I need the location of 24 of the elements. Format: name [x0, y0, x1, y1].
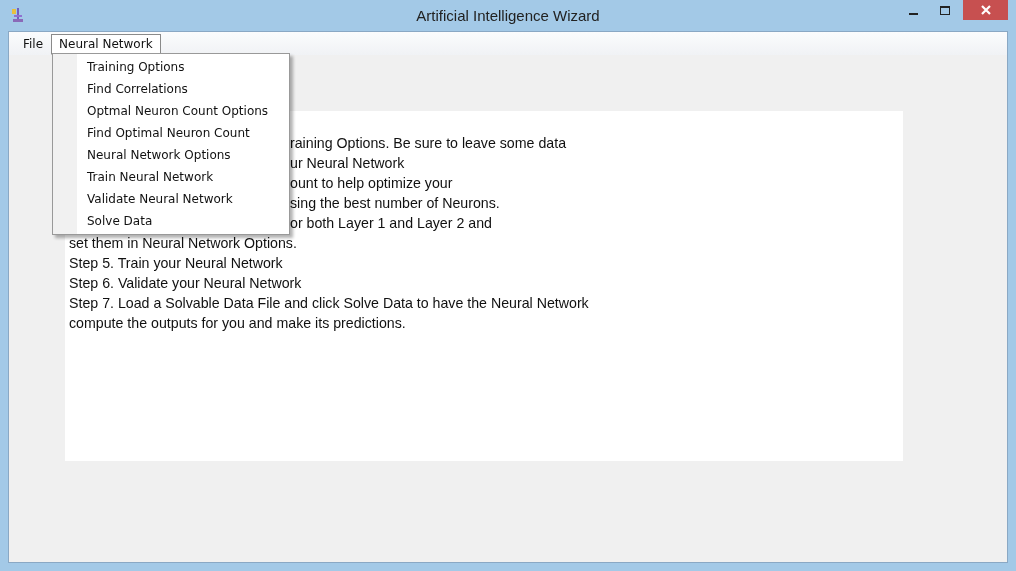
instruction-text: raining Options. Be sure to leave some data — [290, 135, 567, 151]
menu-item[interactable]: Train Neural Network — [53, 166, 289, 188]
menu-item[interactable]: Find Optimal Neuron Count — [53, 122, 289, 144]
menu-item[interactable]: Optmal Neuron Count Options — [53, 100, 289, 122]
menu-item[interactable]: Neural Network Options — [53, 144, 289, 166]
instruction-text: Step 7. Load a Solvable Data File and click Solve Data to have the Neural Network — [69, 295, 589, 311]
app-icon — [11, 7, 25, 23]
instruction-text: sing the best number of Neurons. — [290, 195, 500, 211]
instruction-text: compute the outputs for you and make its predictions. — [69, 315, 406, 331]
instruction-text: ur Neural Network — [290, 155, 405, 171]
menu-bar-item[interactable]: Neural Network — [51, 34, 161, 55]
menu-item[interactable]: Solve Data — [53, 210, 289, 232]
instruction-text: Step 5. Train your Neural Network — [69, 255, 283, 271]
instruction-text: set them in Neural Network Options. — [69, 235, 297, 251]
close-icon — [979, 4, 992, 16]
instruction-text: or both Layer 1 and Layer 2 and — [290, 215, 492, 231]
menu-item[interactable]: Find Correlations — [53, 78, 289, 100]
instruction-text: Step 6. Validate your Neural Network — [69, 275, 302, 291]
close-button[interactable] — [963, 0, 1008, 20]
window-title: Artificial Intelligence Wizard — [416, 7, 600, 24]
menu-item[interactable]: Validate Neural Network — [53, 188, 289, 210]
menu-item[interactable]: Training Options — [53, 56, 289, 78]
menu-bar-item[interactable]: File — [15, 34, 52, 55]
instruction-text: ount to help optimize your — [290, 175, 453, 191]
